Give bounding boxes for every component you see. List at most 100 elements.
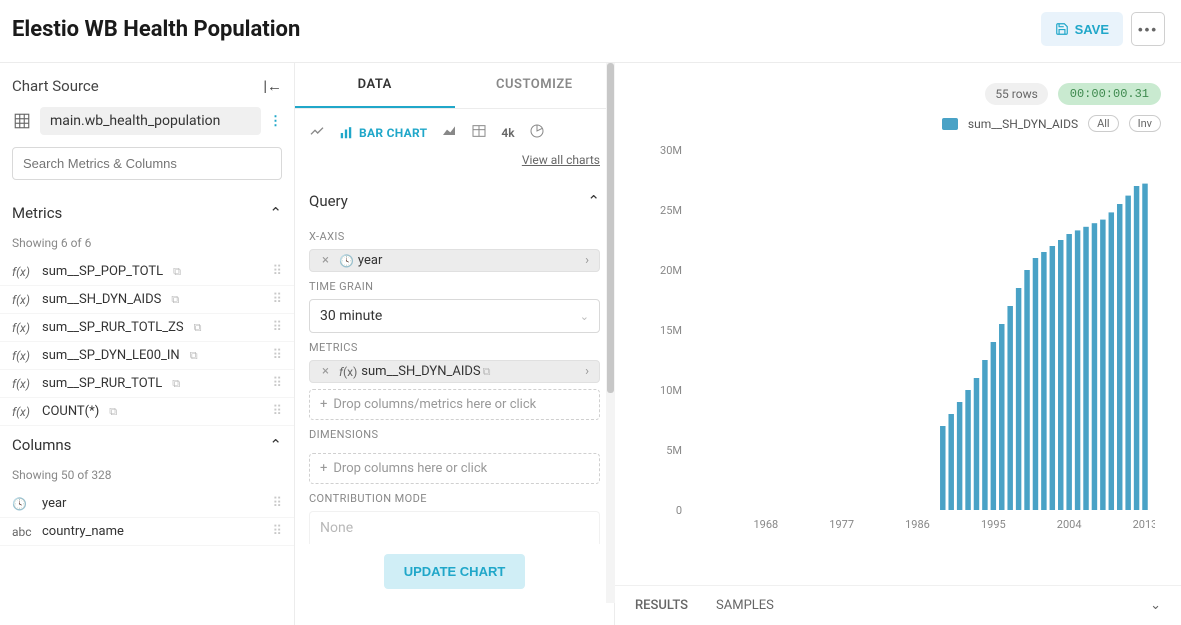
columns-header[interactable]: Columns ⌃ (0, 426, 294, 464)
metrics-drop-zone[interactable]: + Drop columns/metrics here or click (309, 389, 600, 420)
bar-chart: 05M10M15M20M25M30M1968197719861995200420… (635, 140, 1161, 540)
fx-icon: f(x) (12, 377, 34, 391)
table-chart-icon[interactable] (471, 123, 487, 143)
svg-text:2013: 2013 (1133, 518, 1155, 531)
metric-value: sum__SH_DYN_AIDS (361, 364, 480, 379)
area-chart-icon[interactable] (441, 123, 457, 143)
rows-pill: 55 rows (985, 83, 1047, 105)
save-button-label: SAVE (1075, 22, 1109, 37)
metric-item[interactable]: f(x) COUNT(*) ⧉ ⠿ (0, 398, 294, 426)
clock-icon: 🕓 (335, 254, 358, 268)
fx-icon: f(x) (335, 365, 361, 379)
dataset-grid-icon (12, 111, 32, 131)
samples-tab[interactable]: SAMPLES (716, 598, 774, 613)
metric-name: sum__SP_DYN_LE00_IN (42, 348, 180, 363)
linkout-icon: ⧉ (483, 365, 491, 379)
metrics-field-label: METRICS (295, 333, 614, 360)
results-tab[interactable]: RESULTS (635, 598, 688, 613)
search-input[interactable] (12, 147, 282, 180)
bar-chart-type[interactable]: BAR CHART (339, 126, 427, 140)
drag-handle-icon[interactable]: ⠿ (272, 320, 282, 335)
svg-text:20M: 20M (660, 264, 682, 277)
linkout-icon: ⧉ (172, 377, 180, 391)
svg-text:2004: 2004 (1057, 518, 1082, 531)
chart-source-label: Chart Source (12, 77, 99, 95)
line-chart-icon[interactable] (309, 123, 325, 143)
svg-text:25M: 25M (660, 204, 682, 217)
metric-item[interactable]: f(x) sum__SP_POP_TOTL ⧉ ⠿ (0, 258, 294, 286)
dots-icon: ••• (1138, 22, 1158, 37)
dimensions-drop-zone[interactable]: + Drop columns here or click (309, 453, 600, 484)
metrics-showing: Showing 6 of 6 (0, 232, 294, 258)
chevron-up-icon: ⌃ (269, 436, 282, 454)
svg-text:30M: 30M (660, 144, 682, 157)
query-header-label: Query (309, 192, 348, 210)
tab-customize[interactable]: CUSTOMIZE (455, 63, 615, 108)
fx-icon: f(x) (12, 293, 34, 307)
metric-pill[interactable]: × f(x) sum__SH_DYN_AIDS ⧉ › (309, 360, 600, 383)
drag-handle-icon[interactable]: ⠿ (272, 264, 282, 279)
collapse-left-icon[interactable]: |← (263, 77, 282, 95)
remove-xaxis-icon[interactable]: × (316, 253, 335, 268)
remove-metric-icon[interactable]: × (316, 364, 335, 379)
update-chart-button[interactable]: UPDATE CHART (384, 554, 526, 589)
drag-handle-icon[interactable]: ⠿ (272, 404, 282, 419)
view-all-charts-link[interactable]: View all charts (522, 153, 600, 167)
dimensions-label: DIMENSIONS (295, 420, 614, 447)
contribution-label: CONTRIBUTION MODE (295, 484, 614, 511)
mid-scrollbar[interactable] (606, 63, 615, 603)
metric-name: sum__SP_RUR_TOTL (42, 376, 162, 391)
column-item[interactable]: abc country_name ⠿ (0, 518, 294, 546)
fx-icon: f(x) (12, 349, 34, 363)
bar-chart-label: BAR CHART (359, 126, 427, 140)
chevron-up-icon: ⌃ (269, 204, 282, 222)
fx-icon: f(x) (12, 405, 34, 419)
dataset-name[interactable]: main.wb_health_population (40, 107, 261, 135)
drag-handle-icon[interactable]: ⠿ (272, 524, 282, 539)
legend-inv-button[interactable]: Inv (1129, 115, 1161, 132)
svg-text:1986: 1986 (905, 518, 930, 531)
plus-icon: + (320, 397, 327, 412)
chevron-right-icon[interactable]: › (581, 364, 593, 379)
drag-handle-icon[interactable]: ⠿ (272, 496, 282, 511)
metrics-drop-label: Drop columns/metrics here or click (333, 397, 536, 412)
chevron-right-icon[interactable]: › (581, 253, 593, 268)
metric-item[interactable]: f(x) sum__SP_DYN_LE00_IN ⧉ ⠿ (0, 342, 294, 370)
column-item[interactable]: 🕓 year ⠿ (0, 490, 294, 518)
tab-data[interactable]: DATA (295, 63, 455, 108)
contribution-value: None (320, 520, 353, 536)
dataset-more-icon[interactable]: ⋮ (269, 114, 282, 129)
query-header[interactable]: Query ⌃ (295, 180, 614, 222)
metric-item[interactable]: f(x) sum__SP_RUR_TOTL ⧉ ⠿ (0, 370, 294, 398)
column-name: year (42, 496, 66, 511)
metric-name: sum__SH_DYN_AIDS (42, 292, 161, 307)
drag-handle-icon[interactable]: ⠿ (272, 376, 282, 391)
save-icon (1055, 22, 1069, 36)
columns-header-label: Columns (12, 436, 71, 454)
page-title: Elestio WB Health Population (12, 17, 300, 42)
more-button[interactable]: ••• (1131, 12, 1165, 46)
big-number-icon[interactable]: 4k (501, 126, 514, 140)
xaxis-value: year (358, 253, 382, 268)
drag-handle-icon[interactable]: ⠿ (272, 348, 282, 363)
pie-chart-icon[interactable] (529, 123, 545, 143)
metrics-header[interactable]: Metrics ⌃ (0, 194, 294, 232)
drag-handle-icon[interactable]: ⠿ (272, 292, 282, 307)
contribution-select[interactable]: None (309, 511, 600, 544)
metric-name: COUNT(*) (42, 404, 99, 419)
chevron-down-icon[interactable]: ⌄ (1150, 598, 1161, 613)
columns-showing: Showing 50 of 328 (0, 464, 294, 490)
legend-all-button[interactable]: All (1088, 115, 1119, 132)
metric-name: sum__SP_POP_TOTL (42, 264, 163, 279)
time-grain-select[interactable]: 30 minute ⌄ (309, 299, 600, 333)
time-grain-label: TIME GRAIN (295, 272, 614, 299)
metric-item[interactable]: f(x) sum__SP_RUR_TOTL_ZS ⧉ ⠿ (0, 314, 294, 342)
xaxis-pill[interactable]: × 🕓 year › (309, 249, 600, 272)
save-button[interactable]: SAVE (1041, 12, 1123, 46)
chevron-up-icon: ⌃ (587, 192, 600, 210)
metric-item[interactable]: f(x) sum__SH_DYN_AIDS ⧉ ⠿ (0, 286, 294, 314)
legend-series: sum__SH_DYN_AIDS (968, 117, 1078, 131)
column-name: country_name (42, 524, 124, 539)
plus-icon: + (320, 461, 327, 476)
linkout-icon: ⧉ (109, 405, 117, 419)
